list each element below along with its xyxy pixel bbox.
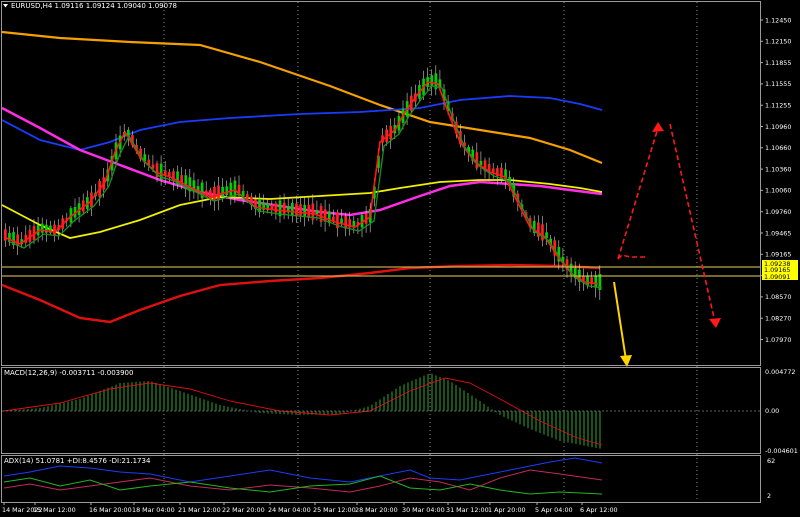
level-tag-text: 1.09091 xyxy=(764,273,790,281)
candle-body xyxy=(475,152,479,169)
time-label: 1 Apr 20:00 xyxy=(488,506,526,514)
time-label: 18 Mar 04:00 xyxy=(132,506,175,514)
price-label: 1.09760 xyxy=(765,208,791,216)
candle-body xyxy=(295,203,298,217)
adx-scale-bottom: 2 xyxy=(767,492,771,500)
candle-body xyxy=(217,185,220,201)
price-label: 1.08270 xyxy=(765,315,791,323)
chart-background xyxy=(0,0,800,517)
candle-body xyxy=(229,182,233,197)
time-label: 16 Mar 20:00 xyxy=(89,506,132,514)
time-label: 30 Mar 04:00 xyxy=(402,506,445,514)
price-label: 1.08570 xyxy=(765,293,791,301)
trading-chart[interactable]: EURUSD,H4 1.09116 1.09124 1.09040 1.0907… xyxy=(0,0,800,517)
time-label: 28 Mar 20:00 xyxy=(355,506,398,514)
time-label: 6 Apr 12:00 xyxy=(580,506,618,514)
candle-body xyxy=(586,275,589,285)
candle-body xyxy=(53,224,56,235)
time-label: 24 Mar 04:00 xyxy=(268,506,311,514)
price-label: 1.11555 xyxy=(765,80,791,88)
symbol-quote-line: EURUSD,H4 1.09116 1.09124 1.09040 1.0907… xyxy=(11,2,177,10)
candle-body xyxy=(282,202,286,215)
candle-body xyxy=(233,180,237,197)
price-label: 1.11855 xyxy=(765,59,791,67)
candle-body xyxy=(204,190,208,195)
price-label: 1.12450 xyxy=(765,16,791,24)
candle-body xyxy=(303,204,306,217)
level-price-tags: 1.092381.091651.09091 xyxy=(762,260,798,281)
time-label: 31 Mar 12:00 xyxy=(446,506,489,514)
macd-scale-top: 0.004772 xyxy=(765,368,796,376)
candle-body xyxy=(430,75,434,86)
macd-scale-zero: 0.00 xyxy=(765,407,779,415)
price-label: 1.09165 xyxy=(765,251,791,259)
time-label: 15 Mar 12:00 xyxy=(33,506,76,514)
candle-body xyxy=(213,186,216,202)
candle-body xyxy=(541,224,544,241)
price-label: 1.10060 xyxy=(765,187,791,195)
candle-body xyxy=(40,223,44,233)
macd-label: MACD(12,26,9) -0.003711 -0.003900 xyxy=(4,369,133,377)
candle-body xyxy=(274,203,278,213)
candle-body xyxy=(299,204,302,217)
price-label: 1.07970 xyxy=(765,336,791,344)
price-label: 1.10960 xyxy=(765,123,791,131)
adx-scale-top: 62 xyxy=(767,457,775,465)
time-label: 5 Apr 04:00 xyxy=(535,506,573,514)
candle-body xyxy=(221,186,224,197)
candle-body xyxy=(291,203,294,217)
candle-body xyxy=(344,216,347,229)
adx-label: ADX(14) 51.0781 +DI:8.4576 -DI:21.1734 xyxy=(4,457,151,465)
price-label: 1.11255 xyxy=(765,102,791,110)
macd-scale-bottom: -0.004601 xyxy=(765,447,798,455)
time-label: 21 Mar 12:00 xyxy=(178,506,221,514)
time-label: 22 Mar 20:00 xyxy=(222,506,265,514)
candle-body xyxy=(225,186,229,196)
candle-body xyxy=(4,229,7,241)
candle-body xyxy=(594,275,598,288)
price-label: 1.09465 xyxy=(765,229,791,237)
candle-body xyxy=(307,204,311,218)
time-label: 25 Mar 12:00 xyxy=(313,506,356,514)
chart-header: EURUSD,H4 1.09116 1.09124 1.09040 1.0907… xyxy=(3,2,177,10)
price-label: 1.10360 xyxy=(765,165,791,173)
candle-body xyxy=(500,167,503,179)
price-label: 1.10660 xyxy=(765,144,791,152)
price-label: 1.12150 xyxy=(765,38,791,46)
